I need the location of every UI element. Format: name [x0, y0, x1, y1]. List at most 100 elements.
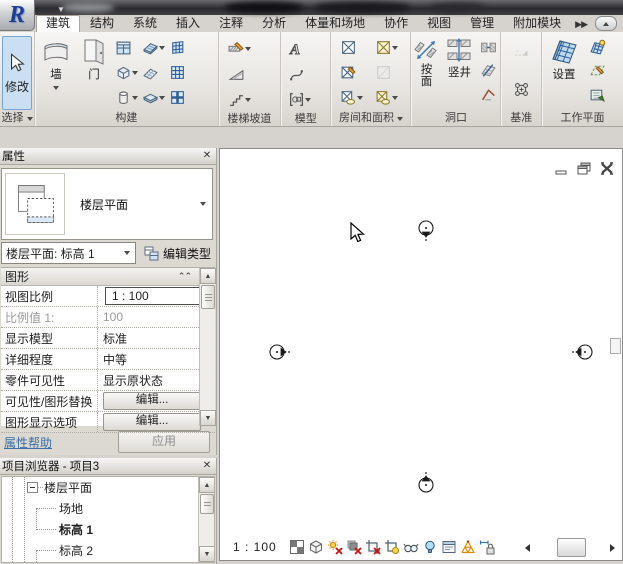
property-value-text[interactable]: 显示原状态: [103, 372, 163, 389]
viewer-button[interactable]: [588, 83, 607, 106]
temporary-hide-isolate-icon[interactable]: [403, 539, 420, 556]
tab-10[interactable]: 附加模块: [504, 16, 570, 32]
tree-item-1[interactable]: 场地: [2, 498, 214, 530]
vertical-opening-button[interactable]: [479, 59, 498, 82]
room-button[interactable]: [339, 35, 364, 60]
panel-select-label[interactable]: 选择: [0, 111, 34, 126]
tab-3[interactable]: 插入: [167, 16, 209, 32]
wall-button[interactable]: 墙: [35, 35, 77, 95]
elevation-marker-right[interactable]: [264, 339, 291, 365]
scale-button[interactable]: 1 : 100: [233, 540, 277, 554]
scroll-down-icon[interactable]: ▼: [200, 410, 216, 426]
property-value-text[interactable]: 100: [103, 310, 123, 324]
modify-button[interactable]: 修改: [2, 36, 32, 110]
door-button[interactable]: 门: [77, 35, 111, 84]
ceiling-button[interactable]: [141, 60, 166, 85]
tree-item-label[interactable]: 楼层平面: [44, 479, 92, 496]
visual-style-icon[interactable]: [289, 539, 306, 556]
minimize-icon[interactable]: [555, 163, 568, 175]
type-selector[interactable]: 楼层平面: [1, 168, 213, 240]
temporary-view-properties-icon[interactable]: [441, 539, 458, 556]
scroll-up-icon[interactable]: ▲: [199, 477, 214, 493]
graphics-section-header[interactable]: 图形 ⌃⌃: [1, 268, 215, 286]
tab-2[interactable]: 系统: [124, 16, 166, 32]
instance-selector-combo[interactable]: 楼层平面: 标高 1: [1, 242, 136, 264]
elevation-marker-down[interactable]: [413, 215, 440, 241]
scroll-left-icon[interactable]: [520, 542, 530, 554]
set-work-plane-button[interactable]: 设置: [542, 35, 586, 84]
edit-button[interactable]: 编辑...: [103, 392, 201, 410]
shadows-off-icon[interactable]: [346, 539, 363, 556]
tab-8[interactable]: 视图: [418, 16, 460, 32]
curtain-grid-button[interactable]: [168, 60, 187, 85]
tree-item-2[interactable]: 标高 1: [2, 519, 214, 562]
properties-scrollbar[interactable]: ▲ ▼: [199, 268, 216, 426]
scrollbar-thumb[interactable]: [201, 285, 215, 309]
tab-0[interactable]: 建筑: [36, 15, 81, 32]
tab-overflow-icon[interactable]: ▶▶: [575, 16, 588, 32]
edit-button[interactable]: 编辑...: [103, 413, 201, 431]
room-separator-button[interactable]: [339, 60, 364, 85]
tree-item-label[interactable]: 标高 2: [59, 542, 93, 559]
model-text-button[interactable]: A: [287, 36, 312, 61]
tab-1[interactable]: 结构: [81, 16, 123, 32]
minimize-ribbon-button[interactable]: [595, 16, 617, 31]
opening-shaft-button[interactable]: 竖井: [441, 35, 477, 82]
stair-button[interactable]: [227, 87, 252, 112]
tab-7[interactable]: 协作: [375, 16, 417, 32]
property-value-text[interactable]: 标准: [103, 330, 127, 347]
apply-button[interactable]: 应用: [118, 431, 210, 453]
tab-4[interactable]: 注释: [210, 16, 252, 32]
tree-item-3[interactable]: 标高 2: [2, 540, 214, 561]
dormer-opening-button[interactable]: [479, 83, 498, 106]
sun-path-off-icon[interactable]: [327, 539, 344, 556]
roof-button[interactable]: [141, 35, 166, 60]
tab-9[interactable]: 管理: [461, 16, 503, 32]
panel-room-area-label[interactable]: 房间和面积: [331, 111, 410, 126]
model-group-button[interactable]: [287, 87, 312, 112]
tab-5[interactable]: 分析: [253, 16, 295, 32]
component-button[interactable]: [114, 60, 139, 85]
property-value-text[interactable]: 中等: [103, 351, 127, 368]
detail-level-icon[interactable]: [308, 539, 325, 556]
scroll-down-icon[interactable]: ▼: [199, 546, 214, 562]
elevation-marker-up[interactable]: [413, 472, 440, 498]
tag-room-button[interactable]: [339, 85, 364, 110]
scroll-right-icon[interactable]: [609, 542, 619, 554]
wall-opening-button[interactable]: [479, 36, 498, 59]
close-icon[interactable]: ✕: [200, 150, 214, 163]
mullion-button[interactable]: [168, 85, 187, 110]
tag-area-button[interactable]: [374, 85, 399, 110]
column-button[interactable]: [114, 85, 139, 110]
tree-item-0[interactable]: 楼层平面: [2, 477, 214, 498]
opening-by-face-button[interactable]: 按面: [411, 35, 441, 90]
elevation-marker-left[interactable]: [572, 339, 599, 365]
drawing-area[interactable]: 1 : 100: [219, 148, 623, 561]
close-icon[interactable]: ✕: [200, 460, 214, 473]
grid-button[interactable]: [512, 77, 531, 102]
ramp-button[interactable]: [227, 62, 252, 87]
collapse-section-icon[interactable]: ⌃⌃: [178, 271, 192, 282]
quick-access-caret-icon[interactable]: ▼: [57, 5, 65, 14]
horizontal-scrollbar-thumb[interactable]: [557, 538, 586, 557]
tree-item-label[interactable]: 标高 1: [59, 521, 93, 538]
tab-6[interactable]: 体量和场地: [296, 16, 374, 32]
view-scale-input[interactable]: 1 : 100: [105, 287, 201, 305]
tree-item-label[interactable]: 场地: [59, 500, 83, 517]
floor-button[interactable]: [141, 85, 166, 110]
railing-button[interactable]: [227, 36, 252, 61]
ref-plane-button[interactable]: [588, 59, 607, 82]
show-work-plane-button[interactable]: [588, 36, 607, 59]
type-selector-caret[interactable]: [194, 199, 212, 209]
properties-help-link[interactable]: 属性帮助: [4, 434, 52, 451]
restore-icon[interactable]: [577, 162, 591, 175]
area-button[interactable]: [374, 35, 399, 60]
scroll-up-icon[interactable]: ▲: [200, 268, 216, 284]
vertical-scrollbar-thumb[interactable]: [610, 338, 621, 354]
reveal-hidden-elements-icon[interactable]: [422, 539, 439, 556]
crop-view-off-icon[interactable]: [365, 539, 382, 556]
scrollbar-thumb[interactable]: [200, 494, 214, 514]
model-line-button[interactable]: [287, 62, 312, 87]
window-button[interactable]: [114, 35, 139, 60]
close-icon[interactable]: [600, 162, 614, 175]
